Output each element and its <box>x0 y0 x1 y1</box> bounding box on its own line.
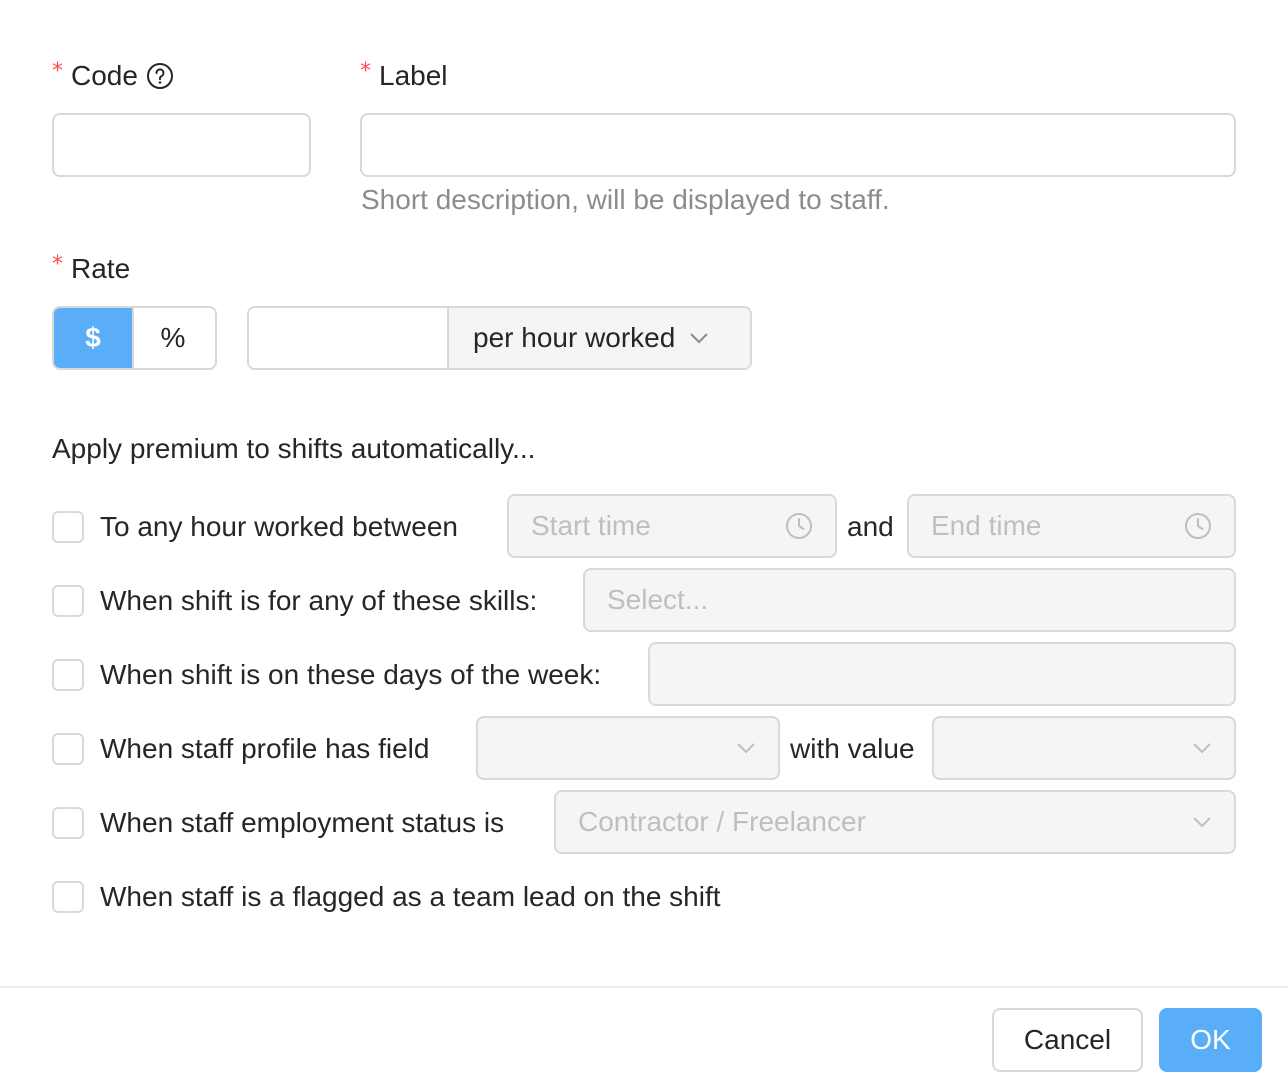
days-select[interactable] <box>648 642 1236 706</box>
days-label: When shift is on these days of the week: <box>100 659 602 690</box>
required-marker: * <box>52 252 63 277</box>
rate-input-group: per hour worked <box>247 306 752 370</box>
rate-label: * Rate <box>52 252 130 286</box>
ok-button[interactable]: OK <box>1159 1008 1262 1072</box>
required-marker: * <box>360 59 371 84</box>
footer-divider <box>0 986 1288 988</box>
rate-unit-value: per hour worked <box>473 322 676 353</box>
employment-label: When staff employment status is <box>100 807 505 838</box>
code-input[interactable] <box>52 113 311 177</box>
end-time-picker[interactable]: End time <box>907 494 1236 558</box>
employment-checkbox[interactable] <box>52 807 84 839</box>
rate-label-text: Rate <box>71 253 131 284</box>
rate-type-dollar-button[interactable]: $ <box>54 308 132 368</box>
clock-icon <box>1185 513 1211 539</box>
start-time-placeholder: Start time <box>531 510 651 541</box>
hours-label: To any hour worked between <box>100 511 458 542</box>
cancel-button[interactable]: Cancel <box>992 1008 1143 1072</box>
skills-checkbox[interactable] <box>52 585 84 617</box>
profile-field-select[interactable] <box>476 716 780 780</box>
employment-status-select[interactable]: Contractor / Freelancer <box>554 790 1236 854</box>
rate-value-input[interactable] <box>249 308 447 368</box>
profile-label: When staff profile has field <box>100 733 430 764</box>
rate-type-percent-button[interactable]: % <box>132 308 212 368</box>
profile-connector: with value <box>790 733 915 764</box>
hours-connector: and <box>847 511 894 542</box>
employment-status-value: Contractor / Freelancer <box>578 806 866 837</box>
chevron-down-icon <box>737 743 755 754</box>
hours-checkbox[interactable] <box>52 511 84 543</box>
start-time-picker[interactable]: Start time <box>507 494 837 558</box>
skills-placeholder: Select... <box>607 584 709 615</box>
chevron-down-icon <box>1193 743 1211 754</box>
code-label: * Code <box>52 59 174 93</box>
apply-section-title: Apply premium to shifts automatically... <box>52 433 536 464</box>
team-lead-label: When staff is a flagged as a team lead o… <box>100 881 721 912</box>
chevron-down-icon <box>1193 817 1211 828</box>
chevron-down-icon <box>690 333 709 344</box>
team-lead-checkbox[interactable] <box>52 881 84 913</box>
skills-label: When shift is for any of these skills: <box>100 585 538 616</box>
label-input[interactable] <box>360 113 1236 177</box>
rate-unit-select[interactable]: per hour worked <box>447 308 750 368</box>
end-time-placeholder: End time <box>931 510 1042 541</box>
profile-value-select[interactable] <box>932 716 1236 780</box>
required-marker: * <box>52 59 63 84</box>
clock-icon <box>786 513 812 539</box>
days-checkbox[interactable] <box>52 659 84 691</box>
label-hint: Short description, will be displayed to … <box>361 184 890 215</box>
label-label-text: Label <box>379 60 448 91</box>
question-circle-icon[interactable] <box>146 62 174 90</box>
label-label: * Label <box>360 59 448 93</box>
rate-type-toggle: $ % <box>52 306 217 370</box>
skills-select[interactable]: Select... <box>583 568 1236 632</box>
code-label-text: Code <box>71 60 138 91</box>
profile-checkbox[interactable] <box>52 733 84 765</box>
